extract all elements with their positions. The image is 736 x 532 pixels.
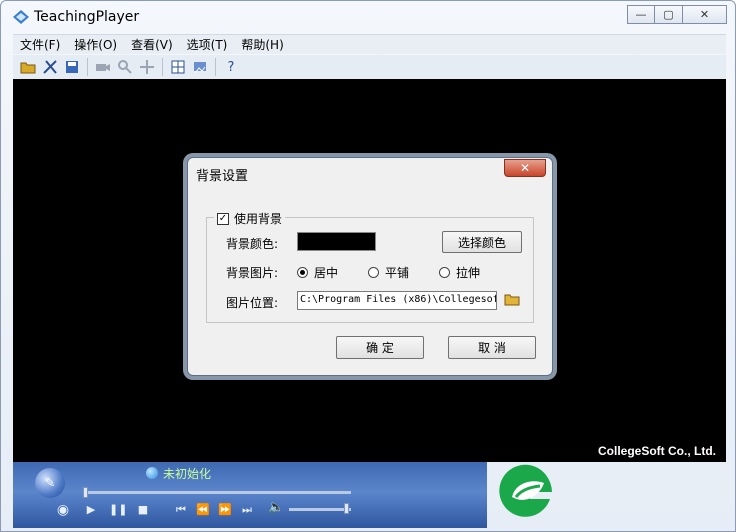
radio-dot	[439, 267, 450, 278]
rewind-icon[interactable]: ⏪	[195, 502, 211, 518]
save-icon[interactable]	[61, 57, 83, 77]
choose-color-button[interactable]: 选择颜色	[442, 231, 522, 253]
title-bar[interactable]: TeachingPlayer — ▢ ✕	[1, 1, 735, 33]
color-swatch	[297, 232, 376, 251]
color-label: 背景颜色:	[226, 237, 279, 251]
status-text: 未初始化	[163, 467, 212, 481]
toolbar: ?	[13, 55, 726, 79]
settings-icon[interactable]	[189, 57, 211, 77]
radio-tile-label: 平铺	[385, 266, 410, 280]
toolbar-separator	[162, 58, 163, 76]
player-controls: ✎ 未初始化 ◉ ▶ ❚❚ ■ ⏮ ⏪ ⏩ ⏭ 🔈	[13, 462, 487, 528]
seek-thumb[interactable]	[83, 487, 88, 498]
fast-forward-icon[interactable]: ⏩	[217, 502, 233, 518]
radio-dot	[368, 267, 379, 278]
toolbar-separator	[215, 58, 216, 76]
volume-thumb[interactable]	[344, 503, 349, 514]
minimize-button[interactable]: —	[627, 5, 655, 24]
player-logo-icon[interactable]: ✎	[35, 468, 65, 498]
pause-icon[interactable]: ❚❚	[109, 502, 127, 518]
dialog-title: 背景设置	[196, 169, 249, 184]
menu-help[interactable]: 帮助(H)	[234, 36, 290, 53]
window-title: TeachingPlayer	[34, 9, 140, 25]
radio-tile[interactable]: 平铺	[368, 264, 409, 281]
image-path-input[interactable]: C:\Program Files (x86)\Collegesof	[297, 291, 497, 310]
menu-file[interactable]: 文件(F)	[13, 36, 67, 53]
status-icon	[146, 467, 158, 479]
watermark-text: CollegeSoft Co., Ltd.	[598, 444, 716, 458]
tools-icon[interactable]	[39, 57, 61, 77]
volume-icon[interactable]: 🔈	[268, 500, 284, 516]
checkbox-check-icon: ✓	[217, 212, 229, 225]
volume-track[interactable]	[289, 508, 351, 511]
close-button[interactable]: ✕	[683, 5, 727, 24]
menu-view[interactable]: 查看(V)	[124, 36, 180, 53]
browse-folder-icon[interactable]	[504, 292, 520, 310]
location-label: 图片位置:	[226, 296, 279, 310]
toolbar-separator	[87, 58, 88, 76]
play-icon[interactable]: ▶	[83, 502, 99, 518]
grid-icon[interactable]	[167, 57, 189, 77]
ok-button[interactable]: 确 定	[336, 336, 424, 359]
background-settings-dialog: 背景设置 ✕ ✓ 使用背景 背景颜色: 选择颜色 背景图片: 居中 平铺 拉伸	[187, 157, 553, 376]
dialog-close-button[interactable]: ✕	[504, 159, 546, 177]
image-label: 背景图片:	[226, 266, 279, 280]
maximize-button[interactable]: ▢	[655, 5, 683, 24]
camera-icon[interactable]	[92, 57, 114, 77]
menu-options[interactable]: 选项(T)	[180, 36, 235, 53]
player-orb-icon[interactable]: ◉	[55, 502, 71, 518]
use-background-label: 使用背景	[234, 212, 283, 226]
open-folder-icon[interactable]	[17, 57, 39, 77]
radio-center-label: 居中	[314, 266, 339, 280]
seek-track[interactable]	[85, 491, 351, 494]
zoom-icon[interactable]	[114, 57, 136, 77]
skip-forward-icon[interactable]: ⏭	[239, 502, 255, 518]
cancel-button[interactable]: 取 消	[448, 336, 536, 359]
menu-operate[interactable]: 操作(O)	[67, 36, 124, 53]
skip-back-icon[interactable]: ⏮	[173, 502, 189, 518]
move-icon[interactable]	[136, 57, 158, 77]
app-icon	[13, 10, 29, 24]
help-icon[interactable]: ?	[220, 57, 242, 77]
radio-stretch[interactable]: 拉伸	[439, 264, 480, 281]
brand-logo-icon	[499, 464, 552, 517]
stop-icon[interactable]: ■	[135, 502, 151, 518]
radio-dot	[297, 267, 308, 278]
menu-bar: 文件(F) 操作(O) 查看(V) 选项(T) 帮助(H)	[13, 34, 726, 54]
app-window: TeachingPlayer — ▢ ✕ 文件(F) 操作(O) 查看(V) 选…	[0, 0, 736, 532]
radio-stretch-label: 拉伸	[456, 266, 481, 280]
use-background-checkbox[interactable]: ✓ 使用背景	[214, 210, 286, 227]
radio-center[interactable]: 居中	[297, 264, 338, 281]
